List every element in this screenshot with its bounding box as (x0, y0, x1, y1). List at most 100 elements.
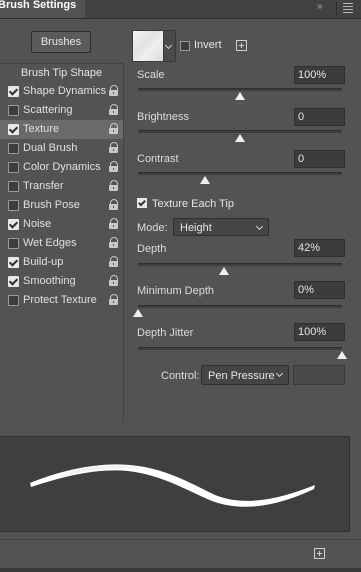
option-label: Transfer (23, 180, 64, 192)
brightness-slider-track[interactable] (138, 130, 342, 133)
option-label: Dual Brush (23, 142, 78, 154)
depth-jitter-slider-track[interactable] (138, 347, 342, 350)
mode-select[interactable]: Height (173, 218, 269, 236)
option-checkbox[interactable] (8, 295, 19, 306)
hamburger-menu-icon[interactable] (343, 3, 353, 15)
texture-each-tip-label: Texture Each Tip (152, 198, 234, 210)
texture-pattern-swatch[interactable] (132, 30, 164, 62)
mode-label: Mode: (137, 222, 168, 234)
option-checkbox[interactable] (8, 219, 19, 230)
lock-icon[interactable] (109, 142, 119, 154)
lock-icon[interactable] (109, 123, 119, 135)
option-checkbox[interactable] (8, 181, 19, 192)
option-label: Build-up (23, 256, 64, 268)
depth-slider-thumb[interactable] (218, 267, 229, 275)
footer-divider (0, 539, 361, 540)
minimum-depth-slider-thumb[interactable] (133, 309, 143, 317)
option-checkbox[interactable] (8, 238, 19, 249)
brushes-button[interactable]: Brushes (31, 31, 91, 53)
option-label: Wet Edges (23, 237, 77, 249)
depth-jitter-slider-thumb[interactable] (337, 351, 347, 359)
scale-label: Scale (137, 69, 165, 81)
scale-slider-thumb[interactable] (235, 92, 245, 100)
scale-input[interactable]: 100% (294, 66, 345, 84)
depth-slider-track[interactable] (138, 263, 342, 266)
lock-icon[interactable] (109, 218, 119, 230)
invert-checkbox[interactable] (180, 41, 190, 51)
option-item-noise[interactable]: Noise (0, 215, 123, 234)
contrast-input[interactable]: 0 (294, 150, 345, 168)
header-divider (336, 2, 337, 16)
lock-icon[interactable] (109, 161, 119, 173)
option-label: Scattering (23, 104, 73, 116)
panel-tab-brush-settings[interactable]: Brush Settings (0, 0, 86, 18)
create-new-preset-icon[interactable] (236, 40, 247, 51)
option-label: Protect Texture (23, 294, 97, 306)
texture-pattern-dropdown[interactable] (163, 30, 176, 62)
minimum-depth-slider-track[interactable] (138, 305, 342, 308)
collapse-panel-icon[interactable]: » (317, 0, 331, 14)
lock-icon[interactable] (109, 275, 119, 287)
brightness-slider-thumb[interactable] (235, 134, 245, 142)
mode-select-value: Height (180, 222, 212, 234)
scale-slider-track[interactable] (138, 88, 342, 91)
panel-title: Brush Settings (0, 0, 77, 11)
option-item-build-up[interactable]: Build-up (0, 253, 123, 272)
option-label: Noise (23, 218, 52, 230)
brush-stroke-preview (0, 436, 350, 532)
option-item-transfer[interactable]: Transfer (0, 177, 123, 196)
texture-each-tip-checkbox[interactable] (137, 198, 147, 208)
control-select[interactable]: Pen Pressure (201, 365, 289, 385)
depth-label: Depth (137, 243, 167, 255)
brightness-input[interactable]: 0 (294, 108, 345, 126)
minimum-depth-input[interactable]: 0% (294, 281, 345, 299)
lock-icon[interactable] (109, 256, 119, 268)
option-checkbox[interactable] (8, 86, 19, 97)
option-checkbox[interactable] (8, 276, 19, 287)
option-item-wet-edges[interactable]: Wet Edges (0, 234, 123, 253)
option-item-brush-pose[interactable]: Brush Pose (0, 196, 123, 215)
option-label: Color Dynamics (23, 161, 101, 173)
option-item-color-dynamics[interactable]: Color Dynamics (0, 158, 123, 177)
lock-icon[interactable] (109, 104, 119, 116)
option-item-protect-texture[interactable]: Protect Texture (0, 291, 123, 310)
contrast-slider-thumb[interactable] (200, 176, 211, 184)
option-checkbox[interactable] (8, 124, 19, 135)
column-divider (123, 63, 124, 423)
depth-jitter-input[interactable]: 100% (294, 323, 345, 341)
option-label: Smoothing (23, 275, 76, 287)
brush-options-list: Shape Dynamics Scattering Texture Dual Brus… (0, 82, 123, 310)
invert-label: Invert (194, 39, 222, 51)
control-extra-field (293, 365, 345, 385)
control-label: Control: (161, 370, 200, 382)
lock-icon[interactable] (109, 199, 119, 211)
option-item-smoothing[interactable]: Smoothing (0, 272, 123, 291)
option-checkbox[interactable] (8, 143, 19, 154)
panel-bottom-edge (0, 568, 361, 572)
lock-icon[interactable] (109, 85, 119, 97)
option-item-texture[interactable]: Texture (0, 120, 123, 139)
option-item-scattering[interactable]: Scattering (0, 101, 123, 120)
option-label: Shape Dynamics (23, 85, 107, 97)
depth-jitter-label: Depth Jitter (137, 327, 194, 339)
lock-icon[interactable] (109, 180, 119, 192)
minimum-depth-label: Minimum Depth (137, 285, 215, 297)
brightness-label: Brightness (137, 111, 189, 123)
option-label: Texture (23, 123, 60, 135)
option-label: Brush Pose (23, 199, 80, 211)
option-checkbox[interactable] (8, 200, 19, 211)
depth-input[interactable]: 42% (294, 239, 345, 257)
contrast-slider-track[interactable] (138, 172, 342, 175)
brush-tip-shape-item[interactable]: Brush Tip Shape (0, 64, 123, 82)
option-checkbox[interactable] (8, 105, 19, 116)
option-item-dual-brush[interactable]: Dual Brush (0, 139, 123, 158)
lock-icon[interactable] (109, 294, 119, 306)
control-select-value: Pen Pressure (208, 370, 275, 382)
option-checkbox[interactable] (8, 257, 19, 268)
stroke-preview-graphic (30, 464, 315, 507)
create-new-brush-icon[interactable] (314, 548, 325, 559)
lock-icon[interactable] (109, 237, 119, 249)
option-item-shape-dynamics[interactable]: Shape Dynamics (0, 82, 123, 101)
option-checkbox[interactable] (8, 162, 19, 173)
brush-settings-panel: Brush Settings » Brushes Brush Tip Shape… (0, 0, 361, 572)
